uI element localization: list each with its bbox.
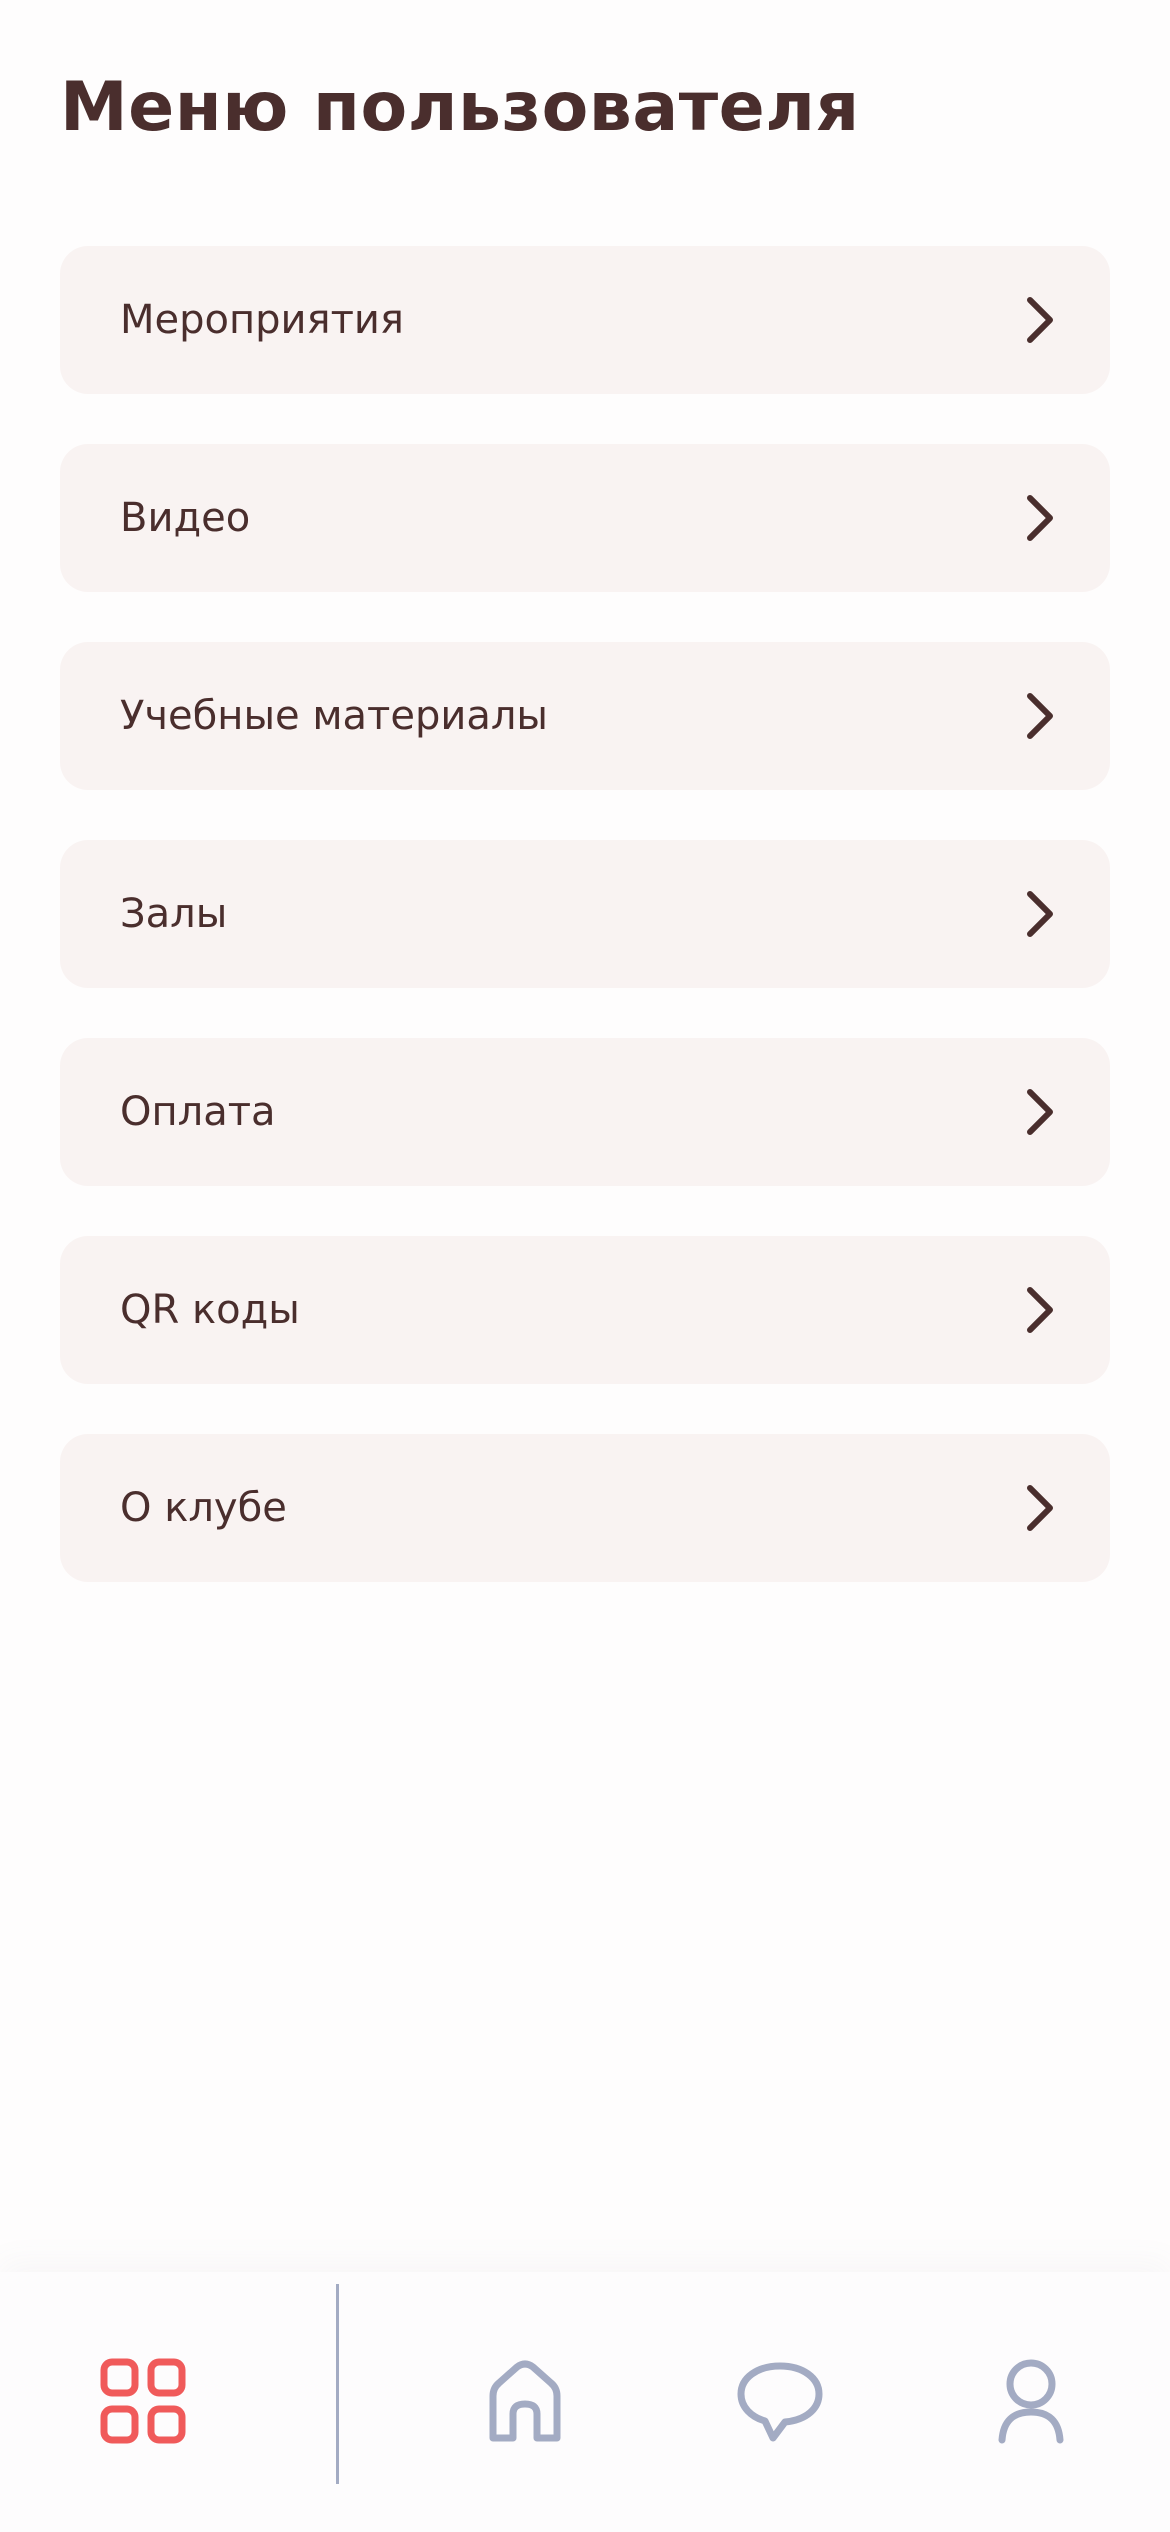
menu-item-events[interactable]: Мероприятия bbox=[60, 246, 1110, 394]
menu-item-label: Видео bbox=[120, 495, 251, 541]
menu-item-video[interactable]: Видео bbox=[60, 444, 1110, 592]
chevron-right-icon bbox=[1027, 891, 1053, 937]
menu-item-about-club[interactable]: О клубе bbox=[60, 1434, 1110, 1582]
menu-item-payment[interactable]: Оплата bbox=[60, 1038, 1110, 1186]
tab-menu[interactable] bbox=[100, 2358, 186, 2444]
menu-item-label: Учебные материалы bbox=[120, 693, 548, 739]
grid-icon bbox=[100, 2358, 186, 2444]
home-icon bbox=[489, 2360, 561, 2442]
menu-item-label: О клубе bbox=[120, 1485, 287, 1531]
chevron-right-icon bbox=[1027, 1287, 1053, 1333]
profile-icon bbox=[998, 2359, 1064, 2444]
chat-bubble-icon bbox=[737, 2362, 823, 2442]
menu-item-label: Мероприятия bbox=[120, 297, 404, 343]
menu-list: Мероприятия Видео Учебные материалы Залы… bbox=[60, 246, 1110, 1632]
menu-item-label: Залы bbox=[120, 891, 228, 937]
page-title: Меню пользователя bbox=[60, 68, 860, 147]
tab-home[interactable] bbox=[485, 2358, 565, 2444]
tab-chat[interactable] bbox=[735, 2360, 825, 2446]
chevron-right-icon bbox=[1027, 1485, 1053, 1531]
user-menu-screen: Меню пользователя Мероприятия Видео Учеб… bbox=[0, 0, 1170, 2532]
tab-profile[interactable] bbox=[996, 2358, 1066, 2444]
chevron-right-icon bbox=[1027, 495, 1053, 541]
menu-item-qr-codes[interactable]: QR коды bbox=[60, 1236, 1110, 1384]
menu-item-label: Оплата bbox=[120, 1089, 276, 1135]
chevron-right-icon bbox=[1027, 297, 1053, 343]
tab-divider bbox=[336, 2284, 339, 2484]
menu-item-label: QR коды bbox=[120, 1287, 300, 1333]
chevron-right-icon bbox=[1027, 693, 1053, 739]
menu-item-halls[interactable]: Залы bbox=[60, 840, 1110, 988]
menu-item-study-materials[interactable]: Учебные материалы bbox=[60, 642, 1110, 790]
chevron-right-icon bbox=[1027, 1089, 1053, 1135]
